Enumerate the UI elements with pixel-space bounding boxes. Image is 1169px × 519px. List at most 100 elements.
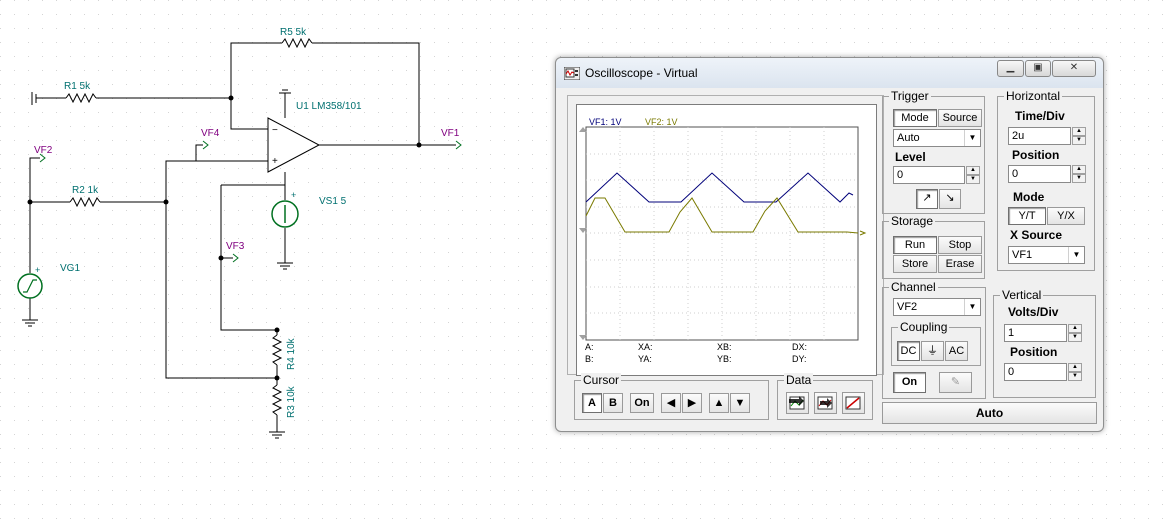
trigger-source-button[interactable]: Source (938, 109, 982, 127)
cursor-b-label: B: (585, 354, 594, 364)
channel-on-button[interactable]: On (893, 372, 926, 393)
title-bar[interactable]: Oscilloscope - Virtual ▁ ▣ ✕ (556, 58, 1103, 88)
trigger-level-spinner[interactable]: ▲ ▼ (966, 166, 980, 184)
cursor-a-button[interactable]: A (582, 393, 602, 413)
cursor-dx-label: DX: (792, 342, 808, 352)
x-source-label: X Source (1010, 228, 1063, 242)
clear-data-icon[interactable] (842, 392, 865, 414)
svg-text:+: + (272, 156, 278, 167)
r1-label: R1 5k (64, 81, 91, 92)
horizontal-position-spinner[interactable]: ▲ ▼ (1072, 165, 1086, 183)
coupling-group: Coupling DC ⏚ AC (891, 320, 981, 366)
storage-store-button[interactable]: Store (893, 255, 937, 273)
trigger-mode-dropdown[interactable]: Auto ▼ (893, 129, 981, 147)
r3-label: R3 10k (286, 385, 297, 418)
vg1-label: VG1 (60, 263, 80, 274)
minimize-icon[interactable]: ▁ (997, 60, 1024, 77)
horizontal-position-input[interactable]: 0 (1008, 165, 1071, 183)
cursor-down-icon[interactable]: ▼ (730, 393, 750, 413)
auto-button[interactable]: Auto (882, 402, 1097, 424)
horizontal-mode-label: Mode (1013, 190, 1045, 204)
trigger-mode-button[interactable]: Mode (893, 109, 937, 127)
channel-title: Channel (889, 280, 938, 294)
trigger-level-input[interactable]: 0 (893, 166, 965, 184)
storage-group: Storage Run Stop Store Erase (882, 214, 985, 279)
trigger-mode-value: Auto (897, 132, 920, 144)
import-data-icon[interactable] (814, 392, 837, 414)
chevron-down-icon[interactable]: ▼ (964, 130, 980, 146)
mode-yt-button[interactable]: Y/T (1008, 207, 1046, 225)
storage-stop-button[interactable]: Stop (938, 236, 982, 254)
cursor-b-button[interactable]: B (603, 393, 623, 413)
ground-icon[interactable]: ⏚ (921, 341, 944, 361)
cursor-xb-label: XB: (717, 342, 732, 352)
x-source-value: VF1 (1012, 249, 1033, 261)
cursor-yb-label: YB: (717, 354, 732, 364)
oscilloscope-window[interactable]: Oscilloscope - Virtual ▁ ▣ ✕ VF1: 1V VF2… (555, 57, 1104, 432)
cursor-dy-label: DY: (792, 354, 807, 364)
time-div-spinner[interactable]: ▲ ▼ (1072, 127, 1086, 145)
data-group: Data (777, 373, 873, 420)
u1-label: U1 LM358/101 (296, 101, 362, 112)
svg-text:+: + (291, 190, 296, 200)
vf1-node-label: VF1 (441, 128, 460, 139)
r5-label: R5 5k (280, 27, 307, 38)
rising-edge-icon[interactable]: ↗ (916, 189, 938, 209)
oscilloscope-app-icon (564, 67, 580, 80)
time-div-input[interactable]: 2u (1008, 127, 1071, 145)
falling-edge-icon[interactable]: ↘ (939, 189, 961, 209)
cursor-right-icon[interactable]: ▶ (682, 393, 702, 413)
x-source-dropdown[interactable]: VF1 ▼ (1008, 246, 1085, 264)
cursor-on-button[interactable]: On (630, 393, 654, 413)
vertical-position-label: Position (1010, 345, 1058, 359)
time-div-label: Time/Div (1015, 109, 1065, 123)
close-icon[interactable]: ✕ (1052, 60, 1096, 77)
vf4-node-label: VF4 (201, 128, 220, 139)
cursor-group: Cursor A B On ◀ ▶ ▲ ▼ (574, 373, 769, 420)
storage-erase-button[interactable]: Erase (938, 255, 982, 273)
chevron-down-icon[interactable]: ▼ (964, 299, 980, 315)
channel-group: Channel VF2 ▼ Coupling DC ⏚ AC On ✎ (882, 280, 986, 399)
cursor-left-icon[interactable]: ◀ (661, 393, 681, 413)
vertical-position-spinner[interactable]: ▲ ▼ (1068, 363, 1082, 381)
storage-run-button[interactable]: Run (893, 236, 937, 254)
cursor-xa-label: XA: (638, 342, 653, 352)
horizontal-title: Horizontal (1004, 89, 1063, 103)
cursor-ya-label: YA: (638, 354, 652, 364)
vertical-group: Vertical Volts/Div 1 ▲ ▼ Position 0 ▲ ▼ (993, 288, 1096, 398)
export-data-icon[interactable] (786, 392, 809, 414)
volts-div-spinner[interactable]: ▲ ▼ (1068, 324, 1082, 342)
channel-dropdown[interactable]: VF2 ▼ (893, 298, 981, 316)
chevron-down-icon[interactable]: ▼ (1068, 247, 1084, 263)
storage-title: Storage (889, 214, 936, 228)
volts-div-input[interactable]: 1 (1004, 324, 1067, 342)
trigger-group: Trigger Mode Source Auto ▼ Level 0 ▲ ▼ ↗ … (882, 89, 985, 214)
trigger-title: Trigger (889, 89, 931, 103)
waveform-plot (579, 126, 867, 341)
r2-label: R2 1k (72, 185, 99, 196)
vf3-node-label: VF3 (226, 241, 245, 252)
maximize-icon[interactable]: ▣ (1025, 60, 1051, 77)
cursor-up-icon[interactable]: ▲ (709, 393, 729, 413)
vertical-title: Vertical (1000, 288, 1044, 302)
coupling-title: Coupling (898, 320, 950, 334)
volts-div-label: Volts/Div (1008, 305, 1059, 319)
window-title: Oscilloscope - Virtual (585, 66, 698, 80)
cursor-a-label: A: (585, 342, 594, 352)
horizontal-position-label: Position (1012, 148, 1060, 162)
data-title: Data (784, 373, 814, 387)
trigger-level-label: Level (895, 150, 926, 164)
vertical-position-input[interactable]: 0 (1004, 363, 1067, 381)
svg-text:−: − (272, 125, 278, 136)
scope-screen[interactable]: VF1: 1V VF2: 1V A: B: XA: YA: XB: YB: DX… (576, 104, 877, 376)
channel-value: VF2 (897, 301, 918, 313)
coupling-dc-button[interactable]: DC (897, 341, 920, 361)
window-client: VF1: 1V VF2: 1V A: B: XA: YA: XB: YB: DX… (564, 89, 1097, 426)
coupling-ac-button[interactable]: AC (945, 341, 968, 361)
mode-yx-button[interactable]: Y/X (1047, 207, 1085, 225)
probe-pen-icon[interactable]: ✎ (939, 372, 972, 393)
display-panel: VF1: 1V VF2: 1V A: B: XA: YA: XB: YB: DX… (567, 95, 884, 376)
svg-text:+: + (35, 265, 40, 275)
horizontal-group: Horizontal Time/Div 2u ▲ ▼ Position 0 ▲ ▼ … (997, 89, 1095, 271)
vf2-node-label: VF2 (34, 145, 53, 156)
